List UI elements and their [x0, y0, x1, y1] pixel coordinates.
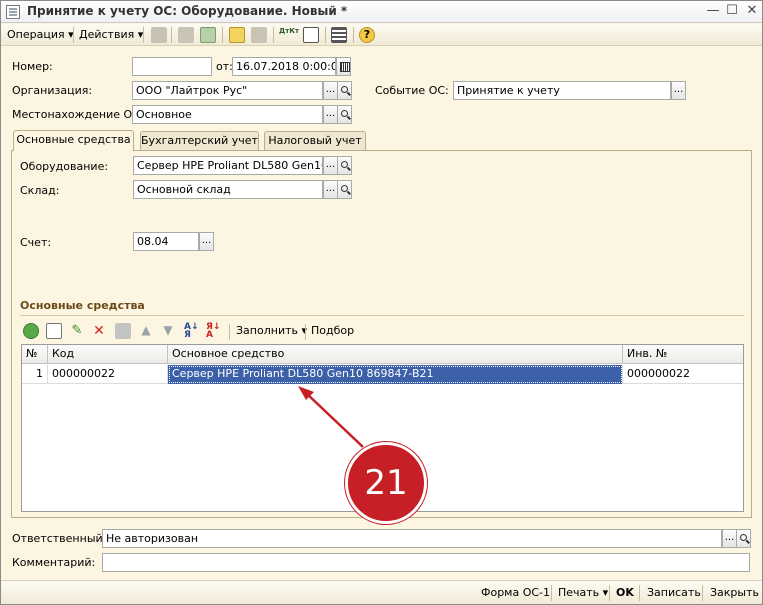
comment-field[interactable] [102, 553, 750, 572]
section-divider [20, 315, 744, 316]
equipment-select-button[interactable]: ... [323, 156, 338, 175]
cell-code[interactable]: 000000022 [48, 365, 168, 384]
equipment-search-icon[interactable] [337, 156, 352, 175]
form-os1-button[interactable]: Форма ОС-1 [481, 585, 550, 601]
operation-menu[interactable]: Операция ▾ [7, 27, 74, 43]
window-title: Принятие к учету ОС: Оборудование. Новый… [27, 4, 348, 18]
section-title: Основные средства [20, 299, 145, 312]
refresh-icon[interactable] [200, 27, 216, 43]
equipment-field[interactable]: Сервер HPE Proliant DL580 Gen10 86 [133, 156, 323, 175]
bottom-separator [702, 585, 703, 601]
toolbar-separator [222, 27, 223, 43]
ok-button[interactable]: OK [616, 585, 634, 601]
number-field[interactable] [132, 57, 212, 76]
location-label: Местонахождение ОС: [12, 108, 144, 121]
save-button[interactable]: Записать [647, 585, 701, 601]
maximize-button[interactable]: ☐ [723, 3, 741, 19]
toolbar-separator [143, 27, 144, 43]
copy-row-icon[interactable] [46, 323, 62, 339]
annotation-marker: 21 [345, 442, 427, 524]
post-icon[interactable] [151, 27, 167, 43]
actions-menu[interactable]: Действия ▾ [79, 27, 143, 43]
organization-select-button[interactable]: ... [323, 81, 338, 100]
calendar-icon[interactable] [336, 57, 351, 76]
warehouse-field[interactable]: Основной склад [133, 180, 323, 199]
bottom-separator [639, 585, 640, 601]
event-label: Событие ОС: [375, 84, 449, 97]
cell-number[interactable]: 1 [22, 365, 48, 384]
delete-row-icon[interactable]: ✕ [91, 323, 107, 339]
move-down-icon[interactable]: ▼ [160, 323, 176, 339]
table-header: № Код Основное средство Инв. № [22, 345, 743, 364]
account-label: Счет: [20, 236, 52, 249]
column-header-code[interactable]: Код [48, 345, 168, 364]
tab-fixed-assets[interactable]: Основные средства [13, 130, 134, 151]
responsible-search-icon[interactable] [736, 529, 751, 548]
toolbar-separator [229, 324, 230, 340]
organization-field[interactable]: ООО "Лайтрок Рус" [132, 81, 323, 100]
responsible-select-button[interactable]: ... [722, 529, 737, 548]
end-edit-icon[interactable] [115, 323, 131, 339]
equipment-label: Оборудование: [20, 160, 109, 173]
column-header-inventory[interactable]: Инв. № [623, 345, 743, 364]
toolbar-separator [353, 27, 354, 43]
sort-desc-icon[interactable]: Я↓ A [206, 323, 222, 340]
list-icon[interactable] [331, 27, 347, 43]
unpost-icon[interactable] [251, 27, 267, 43]
warehouse-search-icon[interactable] [337, 180, 352, 199]
sort-asc-icon[interactable]: A↓ Я [184, 323, 200, 340]
location-field[interactable]: Основное [132, 105, 323, 124]
tab-accounting[interactable]: Бухгалтерский учет [140, 131, 259, 150]
toolbar-separator [305, 324, 306, 340]
title-bar: Принятие к учету ОС: Оборудование. Новый… [1, 1, 762, 23]
tab-tax[interactable]: Налоговый учет [264, 131, 366, 150]
toolbar-separator [73, 27, 74, 43]
document-post-icon[interactable] [229, 27, 245, 43]
event-select-button[interactable]: ... [671, 81, 686, 100]
organization-label: Организация: [12, 84, 93, 97]
dt-kt-icon[interactable]: ДтКт [279, 27, 299, 43]
document-icon [6, 5, 20, 19]
location-search-icon[interactable] [337, 105, 352, 124]
add-row-icon[interactable] [23, 323, 39, 339]
fill-menu[interactable]: Заполнить ▾ [236, 323, 307, 339]
column-header-asset[interactable]: Основное средство [168, 345, 623, 364]
comment-label: Комментарий: [12, 556, 96, 569]
toolbar-separator [171, 27, 172, 43]
account-select-button[interactable]: ... [199, 232, 214, 251]
cell-asset[interactable]: Сервер HPE Proliant DL580 Gen10 869847-B… [168, 365, 623, 384]
toolbar: Операция ▾ Действия ▾ ДтКт ? [1, 24, 762, 46]
column-header-number[interactable]: № [22, 345, 48, 364]
account-field[interactable]: 08.04 [133, 232, 199, 251]
toolbar-separator [273, 27, 274, 43]
bottom-separator [551, 585, 552, 601]
event-field[interactable]: Принятие к учету [453, 81, 671, 100]
bottom-bar: Форма ОС-1 Печать ▾ OK Записать Закрыть [1, 580, 762, 604]
number-label: Номер: [12, 60, 53, 73]
responsible-field[interactable]: Не авторизован [102, 529, 722, 548]
toolbar-separator [325, 27, 326, 43]
edit-row-icon[interactable]: ✎ [69, 323, 85, 339]
close-button[interactable]: ✕ [743, 3, 761, 19]
select-button[interactable]: Подбор [311, 323, 354, 339]
move-up-icon[interactable]: ▲ [138, 323, 154, 339]
warehouse-label: Склад: [20, 184, 60, 197]
cell-inventory[interactable]: 000000022 [623, 365, 743, 384]
table-row[interactable]: 1 000000022 Сервер HPE Proliant DL580 Ge… [22, 365, 743, 384]
help-icon[interactable]: ? [359, 27, 375, 43]
copy-icon[interactable] [178, 27, 194, 43]
bottom-separator [609, 585, 610, 601]
location-select-button[interactable]: ... [323, 105, 338, 124]
warehouse-select-button[interactable]: ... [323, 180, 338, 199]
organization-search-icon[interactable] [337, 81, 352, 100]
responsible-label: Ответственный: [12, 532, 107, 545]
date-field[interactable]: 16.07.2018 0:00:00 [232, 57, 336, 76]
print-menu[interactable]: Печать ▾ [558, 585, 608, 601]
report-icon[interactable] [303, 27, 319, 43]
minimize-button[interactable]: — [704, 3, 722, 19]
close-form-button[interactable]: Закрыть [710, 585, 759, 601]
date-label: от: [216, 60, 233, 73]
